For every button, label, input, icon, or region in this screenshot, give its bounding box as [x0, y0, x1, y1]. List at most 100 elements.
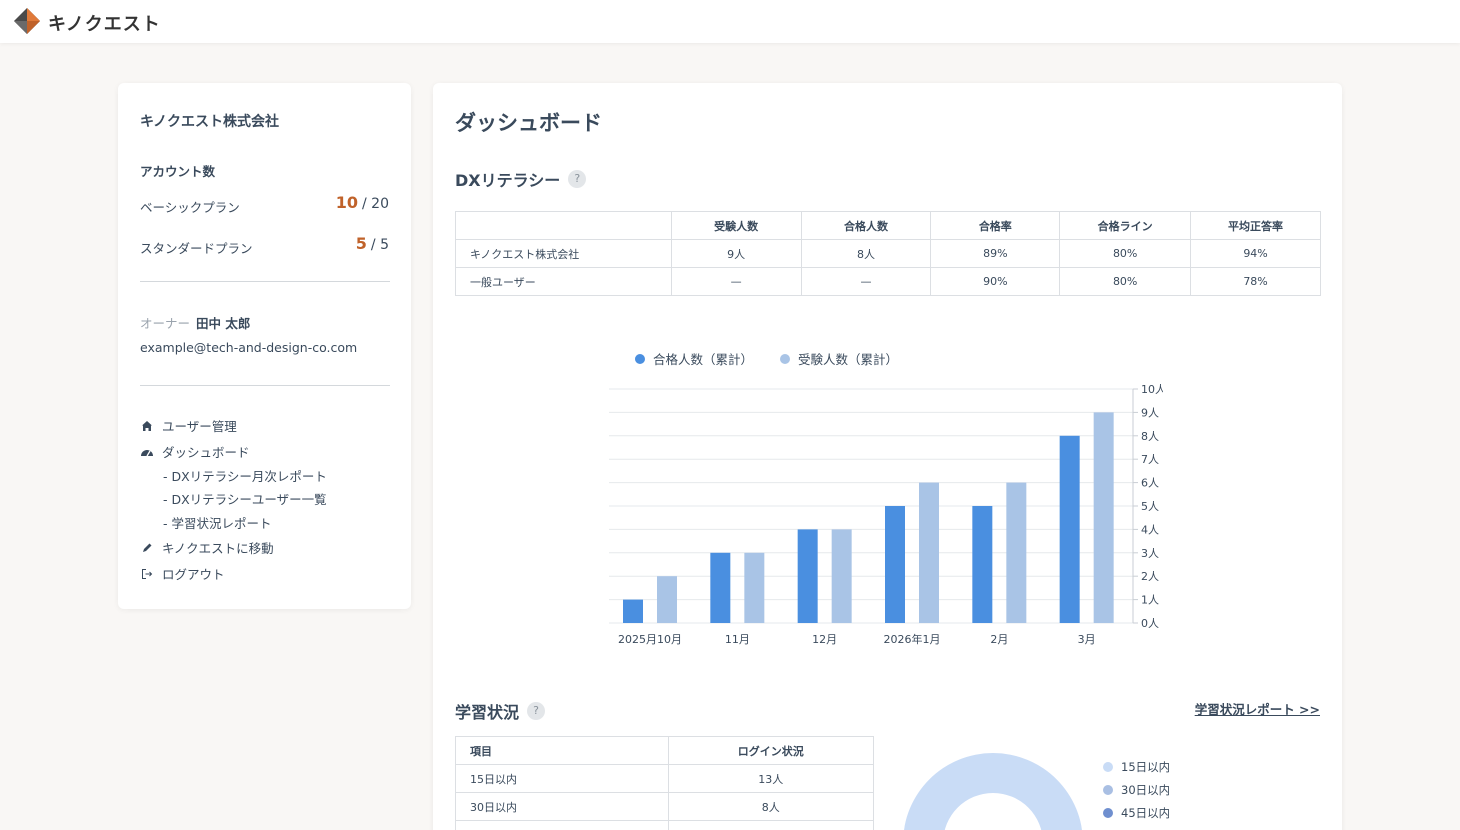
table-header: 受験人数	[670, 211, 802, 240]
table-cell: 8人	[800, 239, 932, 268]
nav-dashboard[interactable]: ダッシュボード	[140, 442, 250, 461]
nav-dashboard-label: ダッシュボード	[162, 445, 250, 460]
home-icon	[140, 419, 154, 433]
plan-count-standard: 5/ 5	[356, 234, 389, 253]
donut-legend-label: 15日以内	[1121, 760, 1171, 774]
donut-legend-30[interactable]: 30日以内	[1103, 782, 1170, 798]
dx-bar-chart: 0人 1人 2人 3人 4人 5人 6人 7人 8人 9人 10人 2025月10月 11月 12月 202…	[609, 383, 1163, 646]
y-tick-label: 0人	[1141, 617, 1159, 630]
table-cell: 94%	[1190, 239, 1321, 268]
study-report-link[interactable]: 学習状況レポート >>	[1195, 699, 1320, 718]
bar-pass	[972, 506, 993, 623]
bar-exam	[744, 552, 765, 623]
bar-pass	[623, 599, 643, 623]
table-row: 30日以内 8人	[455, 792, 874, 821]
y-tick-label: 8人	[1141, 430, 1159, 443]
bar-exam	[1093, 412, 1114, 623]
nav-users[interactable]: ユーザー管理	[140, 416, 237, 435]
x-tick-label: 2026年1月	[884, 632, 941, 646]
table-cell: 80%	[1059, 239, 1192, 268]
y-tick-label: 3人	[1141, 547, 1159, 560]
dashboard-card: ダッシュボード DXリテラシー ? 受験人数 合格人数 合格率 合格ライン 平均…	[433, 83, 1342, 830]
x-tick-label: 2月	[990, 633, 1008, 646]
x-tick-label: 12月	[812, 633, 837, 646]
table-header: 合格人数	[800, 211, 932, 240]
nav-logout[interactable]: ログアウト	[140, 564, 225, 583]
y-tick-label: 6人	[1141, 477, 1159, 490]
x-tick-label: 3月	[1078, 633, 1096, 646]
brand-name[interactable]: キノクエスト	[48, 10, 161, 36]
nav-study-report[interactable]: - 学習状況レポート	[163, 513, 271, 532]
table-cell: 9人	[670, 239, 802, 268]
y-tick-label: 9人	[1141, 406, 1159, 419]
table-header	[455, 211, 672, 240]
bar-pass	[1059, 435, 1080, 623]
owner-info: オーナー 田中 太郎	[140, 313, 250, 332]
table-header: 合格ライン	[1059, 211, 1192, 240]
y-tick-label: 10人	[1141, 383, 1163, 396]
legend-exam-label: 受験人数（累計）	[798, 352, 899, 367]
legend-exam[interactable]: 受験人数（累計）	[780, 349, 898, 368]
legend-dot	[1103, 785, 1113, 795]
plan-total-basic: / 20	[362, 196, 389, 212]
nav-users-label: ユーザー管理	[162, 419, 237, 434]
bar-exam	[1006, 482, 1027, 623]
y-tick-label: 7人	[1141, 453, 1159, 466]
plan-used-standard: 5	[355, 234, 367, 253]
plan-label-standard: スタンダードプラン	[140, 241, 253, 256]
table-cell	[667, 820, 874, 830]
table-row: 15日以内 13人	[455, 764, 874, 793]
table-cell: —	[670, 267, 802, 296]
dashboard-icon	[140, 445, 154, 459]
bar-pass	[710, 552, 731, 623]
pencil-icon	[140, 541, 154, 555]
nav-dx-user-list[interactable]: - DXリテラシーユーザー一覧	[163, 489, 327, 508]
legend-pass[interactable]: 合格人数（累計）	[635, 349, 753, 368]
nav-goto-kinoquest[interactable]: キノクエストに移動	[140, 538, 274, 557]
nav-logout-label: ログアウト	[162, 567, 225, 582]
owner-label: オーナー	[140, 316, 191, 331]
donut-segment	[904, 753, 1082, 830]
table-row	[455, 820, 874, 830]
table-cell: 8人	[667, 792, 874, 821]
help-icon[interactable]: ?	[527, 702, 546, 720]
plan-count-basic: 10/ 20	[336, 193, 389, 212]
study-status-table: 項目 ログイン状況 15日以内 13人 30日以内 8人	[455, 736, 874, 830]
table-cell: 80%	[1059, 267, 1192, 296]
owner-name: 田中 太郎	[196, 316, 251, 331]
study-status-title-text: 学習状況	[455, 703, 520, 722]
help-icon[interactable]: ?	[568, 170, 587, 188]
table-cell: 89%	[930, 239, 1061, 268]
divider	[140, 281, 390, 282]
login-status-donut-chart	[904, 753, 1082, 830]
donut-legend-15[interactable]: 15日以内	[1103, 759, 1170, 775]
divider	[140, 385, 390, 386]
nav-dx-monthly-report[interactable]: - DXリテラシー月次レポート	[163, 466, 327, 485]
table-cell: 90%	[930, 267, 1061, 296]
y-tick-label: 5人	[1141, 500, 1159, 513]
y-tick-label: 1人	[1141, 594, 1159, 607]
sidebar-card: キノクエスト株式会社 アカウント数 ベーシックプラン 10/ 20 スタンダード…	[118, 83, 411, 609]
table-cell: 15日以内	[455, 764, 669, 793]
table-cell: 78%	[1190, 267, 1321, 296]
table-header: 項目	[455, 736, 669, 765]
table-row: キノクエスト株式会社 9人 8人 89% 80% 94%	[455, 239, 1321, 268]
account-count-title: アカウント数	[140, 164, 216, 179]
bar-exam	[657, 576, 677, 623]
kinoquest-logo-icon[interactable]	[14, 8, 40, 34]
plan-used-basic: 10	[335, 193, 359, 212]
table-cell: —	[800, 267, 932, 296]
x-tick-label: 11月	[725, 633, 750, 646]
y-tick-label: 2人	[1141, 570, 1159, 583]
table-header-row: 受験人数 合格人数 合格率 合格ライン 平均正答率	[455, 211, 1321, 240]
table-header: 平均正答率	[1190, 211, 1321, 240]
page-title: ダッシュボード	[455, 111, 602, 135]
company-name: キノクエスト株式会社	[140, 114, 280, 130]
top-bar: キノクエスト	[0, 0, 1460, 43]
donut-legend-45[interactable]: 45日以内	[1103, 805, 1170, 821]
table-cell: 30日以内	[455, 792, 669, 821]
nav-goto-label: キノクエストに移動	[162, 541, 274, 556]
table-header-row: 項目 ログイン状況	[455, 736, 874, 765]
legend-dot	[1103, 762, 1113, 772]
legend-pass-label: 合格人数（累計）	[653, 352, 754, 367]
